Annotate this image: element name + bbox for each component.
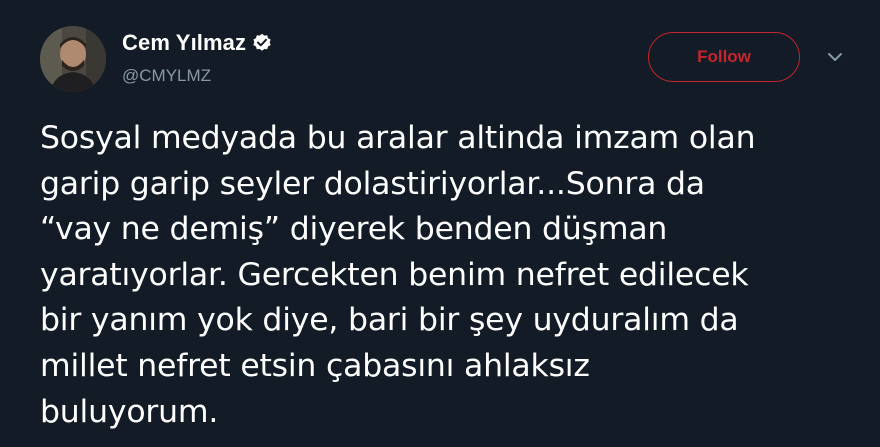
avatar[interactable] (40, 26, 106, 92)
author-display-name[interactable]: Cem Yılmaz (122, 30, 246, 56)
tweet-text: Sosyal medyada bu aralar altinda imzam o… (40, 120, 756, 430)
follow-button[interactable]: Follow (648, 32, 800, 82)
tweet-card: Cem Yılmaz @CMYLMZ Follow Sosyal medyada… (0, 0, 880, 447)
author-handle[interactable]: @CMYLMZ (122, 66, 211, 86)
chevron-down-icon[interactable] (826, 48, 844, 66)
verified-badge-icon (252, 33, 272, 53)
author-name-row: Cem Yılmaz (122, 30, 272, 56)
avatar-image (40, 26, 106, 92)
